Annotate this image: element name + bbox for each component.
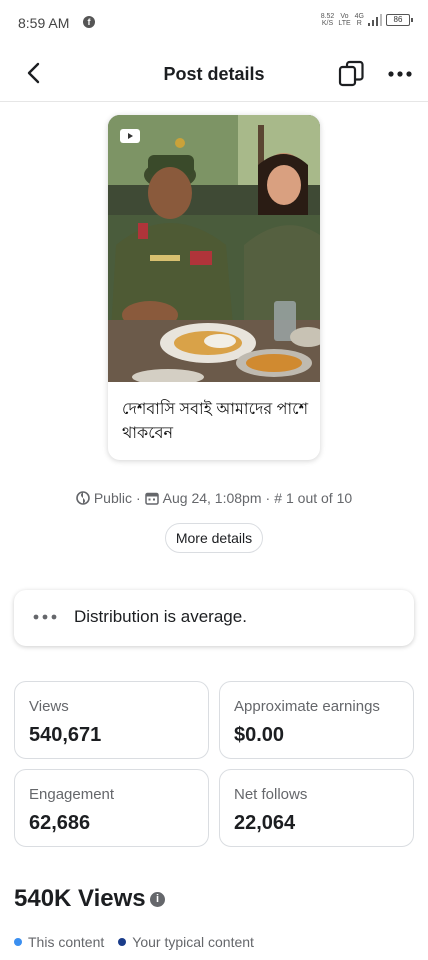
post-caption: দেশবাসি সবাই আমাদের পাশে থাকবেন (122, 401, 309, 442)
audience-label: Public (93, 490, 132, 506)
stat-card-views[interactable]: Views 540,671 (14, 681, 209, 759)
post-date: Aug 24, 1:08pm (162, 490, 262, 506)
globe-icon (76, 491, 90, 505)
info-icon[interactable]: i (150, 892, 165, 907)
facebook-notification-icon: f (83, 16, 95, 28)
distribution-card[interactable]: Distribution is average. (14, 590, 414, 646)
meta-separator-2: · (265, 490, 271, 506)
status-bar: 8:59 AM f 8.52 K/S Vo LTE 4G R 86 (0, 0, 428, 46)
more-options-button[interactable] (386, 58, 414, 90)
stat-value: $0.00 (234, 724, 285, 746)
status-indicators: 8.52 K/S Vo LTE 4G R 86 (321, 13, 413, 27)
rank-symbol: # (274, 490, 282, 506)
volte-label: Vo (340, 13, 349, 20)
post-rank: 1 out of 10 (285, 490, 353, 506)
calendar-icon (144, 492, 159, 505)
legend-dot-typical-content (118, 938, 127, 946)
chart-legend: This content Your typical content (14, 934, 268, 950)
meta-separator: · (135, 490, 141, 506)
battery-icon: 86 (386, 14, 413, 26)
top-bar: Post details (0, 46, 428, 102)
network-type-label: 4G (354, 13, 364, 20)
stat-value: 22,064 (234, 812, 296, 834)
distribution-dots-icon (33, 614, 57, 620)
stat-label: Approximate earnings (234, 698, 380, 715)
network-speed-value: 8.52 (320, 13, 335, 20)
legend-label: Your typical content (132, 934, 254, 950)
stat-card-earnings[interactable]: Approximate earnings $0.00 (219, 681, 414, 759)
network-speed: 8.52 K/S (321, 13, 335, 27)
distribution-status: Distribution is average. (74, 607, 247, 626)
volte-indicator: Vo LTE (338, 13, 350, 27)
views-heading: 540K Views (14, 885, 146, 912)
network-speed-unit: K/S (321, 20, 334, 27)
legend-label: This content (28, 934, 105, 950)
legend-item-this-content: This content (14, 934, 104, 950)
copy-icon (338, 60, 364, 87)
stat-value: 540,671 (29, 724, 102, 746)
post-preview-card[interactable]: দেশবাসি সবাই আমাদের পাশে থাকবেন (108, 115, 320, 460)
status-time: 8:59 AM (18, 15, 70, 31)
more-horizontal-icon (388, 71, 412, 77)
more-details-button[interactable]: More details (165, 523, 263, 553)
video-icon (120, 129, 140, 143)
stat-label: Views (29, 698, 69, 715)
stat-card-net-follows[interactable]: Net follows 22,064 (219, 769, 414, 847)
stat-label: Net follows (234, 786, 308, 803)
signal-icon (368, 14, 382, 26)
legend-dot-this-content (14, 938, 22, 946)
lte-label: LTE (338, 20, 351, 27)
stat-value: 62,686 (29, 812, 91, 834)
stat-label: Engagement (29, 786, 115, 803)
roaming-label: R (356, 20, 362, 27)
copy-link-button[interactable] (336, 58, 368, 90)
post-thumbnail[interactable] (108, 115, 320, 382)
stat-card-engagement[interactable]: Engagement 62,686 (14, 769, 209, 847)
post-meta-row: Public · Aug 24, 1:08pm · # 1 out of 10 (0, 490, 428, 506)
network-type: 4G R (355, 13, 364, 27)
legend-item-typical-content: Your typical content (118, 934, 254, 950)
